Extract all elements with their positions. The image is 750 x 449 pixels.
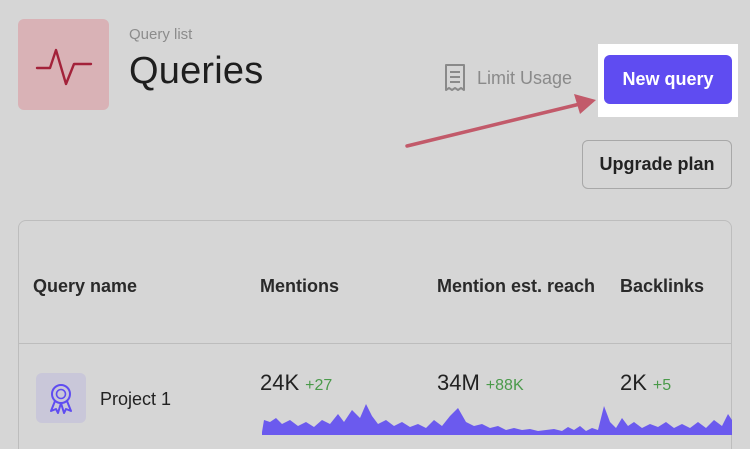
page-kicker: Query list <box>129 26 193 43</box>
award-ribbon-icon <box>50 384 72 414</box>
column-header-reach[interactable]: Mention est. reach <box>437 276 595 297</box>
page-title: Queries <box>129 50 264 92</box>
mentions-sparkline <box>262 404 732 435</box>
column-header-backlinks[interactable]: Backlinks <box>620 276 704 297</box>
new-query-button[interactable]: New query <box>604 55 732 104</box>
receipt-icon <box>445 64 465 91</box>
row-reach: 34M +88K <box>437 370 524 396</box>
query-logo <box>18 19 109 110</box>
upgrade-plan-button[interactable]: Upgrade plan <box>582 140 732 189</box>
backlinks-value: 2K <box>620 370 647 395</box>
row-backlinks: 2K +5 <box>620 370 671 396</box>
mentions-value: 24K <box>260 370 300 395</box>
mentions-delta: +27 <box>305 377 333 394</box>
column-header-mentions[interactable]: Mentions <box>260 276 339 297</box>
backlinks-delta: +5 <box>652 377 672 394</box>
row-icon <box>36 373 86 423</box>
table-header-divider <box>19 343 731 344</box>
row-query-name[interactable]: Project 1 <box>100 389 171 410</box>
limit-usage-label: Limit Usage <box>477 67 573 88</box>
pulse-icon <box>35 48 92 85</box>
limit-usage-link[interactable]: Limit Usage <box>443 63 572 93</box>
row-mentions: 24K +27 <box>260 370 332 396</box>
reach-delta: +88K <box>485 377 524 394</box>
reach-value: 34M <box>437 370 480 395</box>
column-header-query-name[interactable]: Query name <box>33 276 137 297</box>
